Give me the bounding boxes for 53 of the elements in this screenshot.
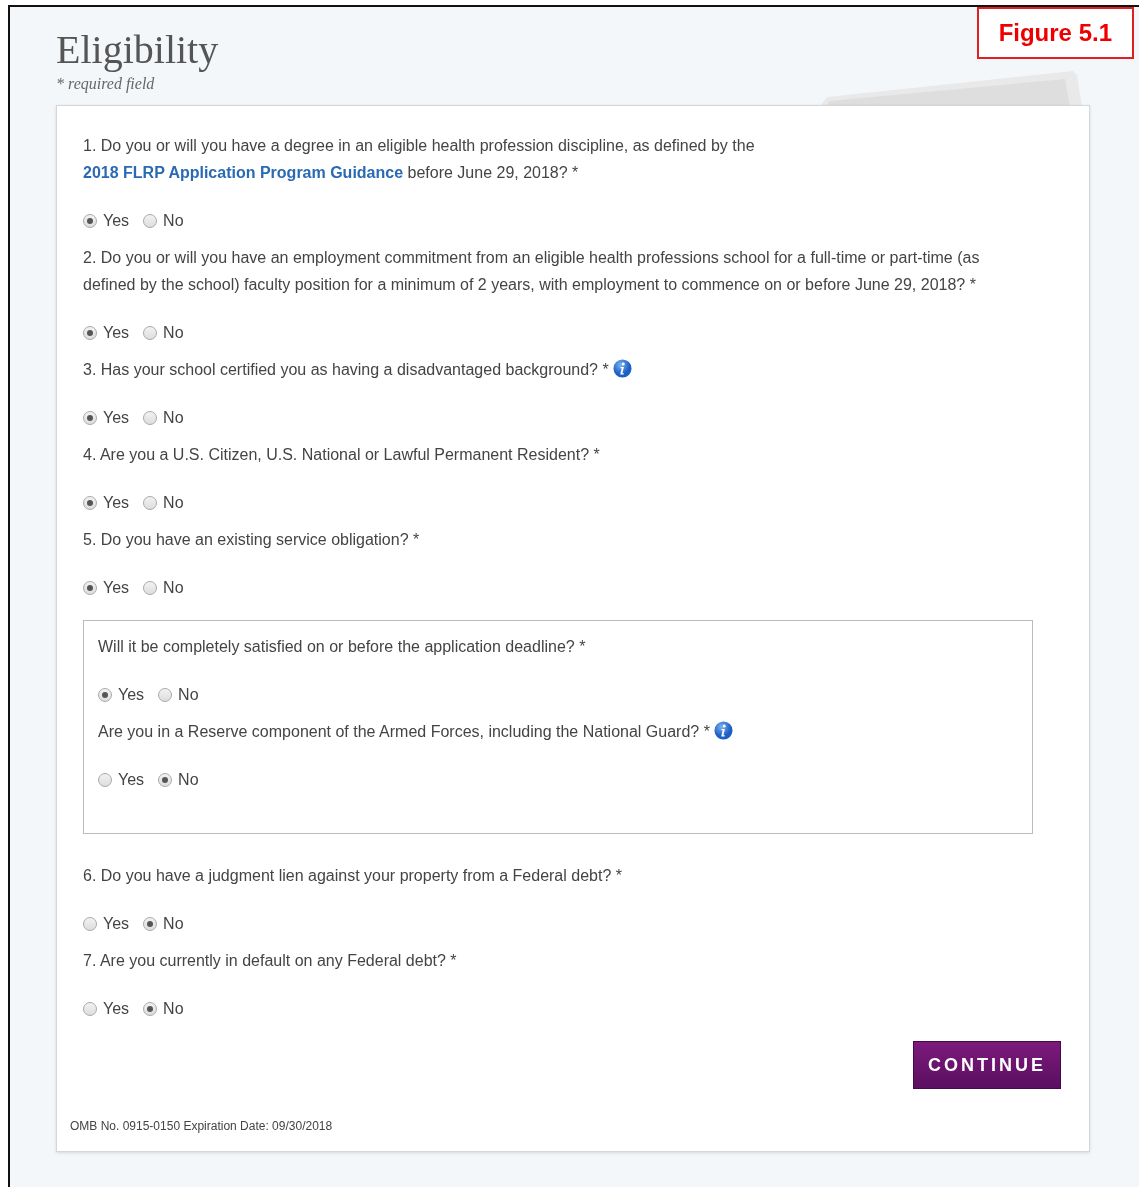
radio-button[interactable]	[143, 326, 158, 340]
radio-option[interactable]: Yes	[98, 685, 145, 705]
radio-button[interactable]	[143, 496, 158, 510]
question-text: 7. Are you currently in default on any Federal debt? *	[83, 951, 458, 971]
question-text: 1. Do you or will you have a degree in an eligible health profession discipline, as defined by the 2018 FLRP Application Program Guidance before June 29, 2018? *	[83, 136, 756, 183]
radio-option[interactable]: Yes	[83, 493, 130, 513]
guidance-link[interactable]: 2018 FLRP Application Program Guidance	[83, 164, 404, 181]
figure-label: Figure 5.1	[976, 7, 1134, 59]
radio-button[interactable]	[83, 326, 97, 340]
radio-option[interactable]: No	[143, 914, 184, 934]
radio-option[interactable]: No	[143, 493, 184, 513]
radio-option[interactable]: Yes	[83, 211, 130, 231]
radio-option[interactable]: No	[158, 685, 199, 705]
radio-option[interactable]: Yes	[83, 914, 130, 934]
info-icon[interactable]	[713, 721, 733, 740]
question-text: 6. Do you have a judgment lien against your property from a Federal debt? *	[83, 866, 623, 886]
radio-button[interactable]	[83, 496, 97, 510]
radio-option[interactable]: Yes	[83, 323, 130, 343]
radio-button[interactable]	[83, 917, 97, 931]
radio-button[interactable]	[98, 773, 112, 787]
radio-option[interactable]: No	[143, 578, 184, 598]
radio-option[interactable]: Yes	[83, 999, 130, 1019]
radio-option[interactable]: No	[158, 770, 199, 790]
question-text: 5. Do you have an existing service obligation? *	[83, 530, 421, 550]
radio-button[interactable]	[143, 411, 158, 425]
radio-button[interactable]	[143, 1002, 158, 1016]
question-text: Are you in a Reserve component of the Armed Forces, including the National Guard? *	[98, 718, 1018, 745]
question-text: 2. Do you or will you have an employment commitment from an eligible health professions school for a full-time or part-time (as defined by the school) faculty position for a minimum of 2 years, with employment to commence on or before June 29, 2018? *	[83, 248, 981, 295]
radio-button[interactable]	[83, 214, 97, 228]
radio-button[interactable]	[143, 581, 158, 595]
radio-option[interactable]: No	[143, 999, 184, 1019]
radio-option[interactable]: No	[143, 211, 184, 231]
info-icon[interactable]	[612, 359, 632, 378]
radio-button[interactable]	[158, 688, 173, 702]
radio-button[interactable]	[83, 1002, 97, 1016]
question-text: Will it be completely satisfied on or before the application deadline? *	[98, 637, 587, 657]
continue-button[interactable]: CONTINUE	[913, 1041, 1061, 1089]
radio-button[interactable]	[143, 917, 158, 931]
radio-option[interactable]: Yes	[98, 770, 145, 790]
radio-button[interactable]	[143, 214, 158, 228]
question-text: 4. Are you a U.S. Citizen, U.S. National or Lawful Permanent Resident? *	[83, 445, 601, 465]
radio-button[interactable]	[158, 773, 173, 787]
radio-option[interactable]: Yes	[83, 578, 130, 598]
radio-button[interactable]	[83, 411, 97, 425]
radio-option[interactable]: Yes	[83, 408, 130, 428]
required-note: * required field	[56, 75, 155, 93]
radio-option[interactable]: No	[143, 408, 184, 428]
radio-button[interactable]	[98, 688, 112, 702]
omb-footer: OMB No. 0915-0150 Expiration Date: 09/30/2018	[70, 1119, 1033, 1133]
radio-button[interactable]	[83, 581, 97, 595]
page-heading: Eligibility	[56, 29, 219, 71]
question-text: 3. Has your school certified you as having a disadvantaged background? *	[83, 356, 1033, 383]
radio-option[interactable]: No	[143, 323, 184, 343]
